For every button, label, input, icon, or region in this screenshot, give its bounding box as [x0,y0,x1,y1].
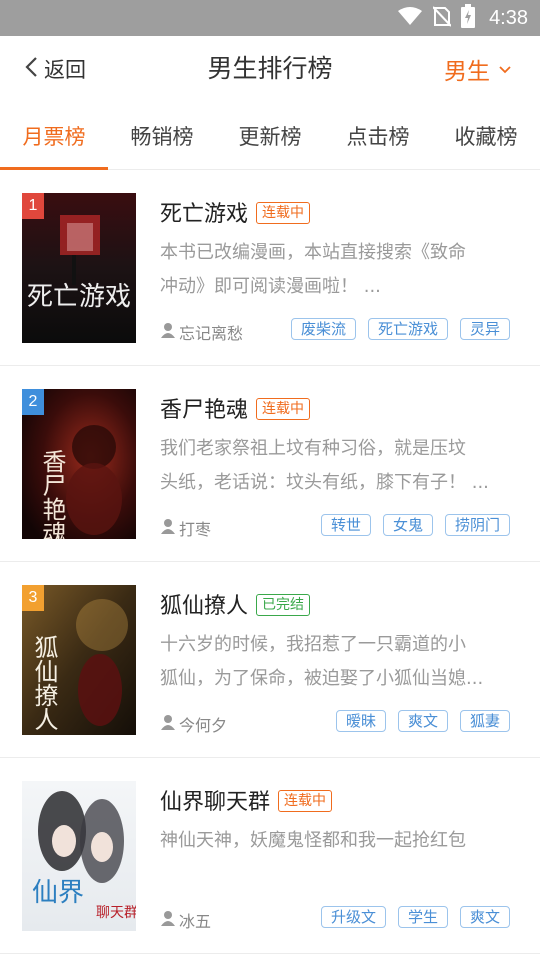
status-badge: 连载中 [256,398,311,420]
genre-tag[interactable]: 爽文 [397,710,448,732]
header: 返回 男生排行榜 男生 [0,36,540,102]
book-tags: 废柴流 死亡游戏 灵异 [290,318,510,340]
tab-clicks[interactable]: 点击榜 [324,102,432,169]
cover-title-art: 仙界 [32,878,84,908]
book-author: 打枣 [160,516,211,540]
genre-tag[interactable]: 暧昧 [335,710,386,732]
genre-tag[interactable]: 捞阴门 [444,514,510,536]
status-badge: 连载中 [256,202,311,224]
book-tags: 升级文 学生 爽文 [320,906,510,928]
book-description: 神仙天神，妖魔鬼怪都和我一起抢红包 [160,824,518,892]
book-tags: 暧昧 爽文 狐妻 [335,710,510,732]
status-icons: 4:38 [397,0,528,36]
book-description: 十六岁的时候，我招惹了一只霸道的小 狐仙，为了保命，被迫娶了小狐仙当媳... [160,628,518,696]
genre-tag[interactable]: 狐妻 [459,710,510,732]
genre-tag[interactable]: 灵异 [459,318,510,340]
book-row[interactable]: 仙界 聊天群 仙界聊天群 连载中 神仙天神，妖魔鬼怪都和我一起抢红包 冰五 升级文… [0,758,540,954]
genre-tag[interactable]: 爽文 [459,906,510,928]
book-cover: 死亡游戏 1 [22,193,136,343]
rank-badge: 3 [22,585,44,611]
genre-tag[interactable]: 学生 [397,906,448,928]
description-line: 本书已改编漫画，本站直接搜索《致命 [160,242,466,263]
status-badge: 已完结 [256,594,311,616]
book-author: 今何夕 [160,712,227,736]
back-button[interactable]: 返回 [24,36,86,102]
book-row[interactable]: 死亡游戏 1 死亡游戏 连载中 本书已改编漫画，本站直接搜索《致命 冲动》即可阅读… [0,170,540,366]
book-author: 忘记离愁 [160,320,243,344]
description-line: 头纸，老话说：坟头有纸，膝下有子！ ... [160,472,489,493]
genre-tag[interactable]: 升级文 [320,906,386,928]
user-icon [160,910,176,930]
cover-title-art: 死亡游戏 [27,282,131,312]
rank-badge: 1 [22,193,44,219]
description-line: 十六岁的时候，我招惹了一只霸道的小 [160,634,466,655]
back-label: 返回 [44,58,86,82]
book-title: 死亡游戏 连载中 [160,196,311,228]
tab-monthly-ticket[interactable]: 月票榜 [0,102,108,170]
book-title: 狐仙撩人 已完结 [160,588,311,620]
tab-bestseller[interactable]: 畅销榜 [108,102,216,169]
book-author: 冰五 [160,908,211,932]
chevron-left-icon [24,56,38,82]
description-line: 神仙天神，妖魔鬼怪都和我一起抢红包 [160,830,466,851]
tab-favorites[interactable]: 收藏榜 [432,102,540,169]
book-title: 香尸艳魂 连载中 [160,392,311,424]
cover-title-art: 香尸艳魂 [38,449,66,539]
genre-tag[interactable]: 女鬼 [382,514,433,536]
gender-label: 男生 [444,59,490,85]
cover-title-art: 狐仙撩人 [30,635,58,731]
author-name: 忘记离愁 [179,324,244,343]
user-icon [160,714,176,734]
author-name: 冰五 [179,912,212,931]
cover-subtitle-art: 聊天群 [96,905,136,921]
book-row[interactable]: 狐仙撩人 3 狐仙撩人 已完结 十六岁的时候，我招惹了一只霸道的小 狐仙，为了保命… [0,562,540,758]
description-line: 我们老家祭祖上坟有种习俗，就是压坟 [160,438,466,459]
genre-tag[interactable]: 转世 [320,514,371,536]
book-cover: 狐仙撩人 3 [22,585,136,735]
tab-update[interactable]: 更新榜 [216,102,324,169]
genre-tag[interactable]: 死亡游戏 [367,318,448,340]
book-tags: 转世 女鬼 捞阴门 [320,514,510,536]
battery-charging-icon [461,4,476,32]
user-icon [160,518,176,538]
book-title-text: 香尸艳魂 [160,398,249,423]
author-name: 打枣 [179,520,212,539]
no-sim-icon [432,5,452,31]
rank-badge: 2 [22,389,44,415]
book-title-text: 死亡游戏 [160,202,249,227]
author-name: 今何夕 [179,716,228,735]
gender-dropdown[interactable]: 男生 [444,36,512,102]
description-line: 冲动》即可阅读漫画啦！ ... [160,276,381,297]
genre-tag[interactable]: 废柴流 [290,318,356,340]
status-bar: 4:38 [0,0,540,36]
book-title: 仙界聊天群 连载中 [160,784,333,816]
book-title-text: 狐仙撩人 [160,594,249,619]
user-icon [160,322,176,342]
ranking-tabs: 月票榜 畅销榜 更新榜 点击榜 收藏榜 [0,102,540,170]
book-cover: 仙界 聊天群 [22,781,136,931]
description-line: 狐仙，为了保命，被迫娶了小狐仙当媳... [160,668,484,689]
wifi-icon [397,6,423,30]
book-title-text: 仙界聊天群 [160,790,271,815]
chevron-down-icon [498,60,512,79]
book-description: 本书已改编漫画，本站直接搜索《致命 冲动》即可阅读漫画啦！ ... [160,236,518,304]
status-time: 4:38 [489,6,528,29]
status-badge: 连载中 [278,790,333,812]
book-cover: 香尸艳魂 2 [22,389,136,539]
book-row[interactable]: 香尸艳魂 2 香尸艳魂 连载中 我们老家祭祖上坟有种习俗，就是压坟 头纸，老话说：… [0,366,540,562]
book-description: 我们老家祭祖上坟有种习俗，就是压坟 头纸，老话说：坟头有纸，膝下有子！ ... [160,432,518,500]
